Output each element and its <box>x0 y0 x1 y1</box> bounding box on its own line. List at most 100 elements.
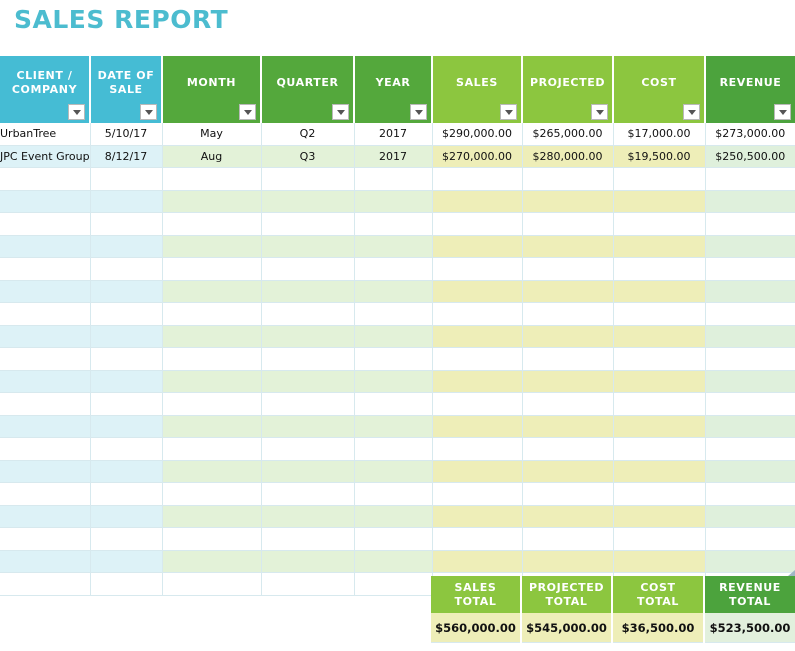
cell-projected[interactable] <box>522 190 614 213</box>
cell-cost[interactable] <box>613 212 706 236</box>
cell-client[interactable] <box>0 302 91 326</box>
cell-sales[interactable] <box>432 302 523 326</box>
cell-year[interactable] <box>354 392 433 416</box>
column-header-month[interactable]: MONTH <box>162 56 262 123</box>
cell-revenue[interactable] <box>705 280 795 303</box>
cell-month[interactable] <box>162 415 262 438</box>
cell-quarter[interactable] <box>261 190 355 213</box>
cell-year[interactable] <box>354 257 433 281</box>
cell-projected[interactable] <box>522 527 614 551</box>
cell-quarter[interactable] <box>261 325 355 348</box>
cell-revenue[interactable] <box>705 167 795 191</box>
cell-projected[interactable] <box>522 482 614 506</box>
table-row[interactable]: JPC Event Group 8/12/17 Aug Q3 2017 $270,000.… <box>0 145 795 168</box>
filter-dropdown-month[interactable] <box>239 104 256 120</box>
cell-month[interactable] <box>162 280 262 303</box>
cell-projected[interactable] <box>522 392 614 416</box>
cell-date[interactable] <box>90 370 163 393</box>
column-header-year[interactable]: YEAR <box>354 56 433 123</box>
cell-month[interactable] <box>162 325 262 348</box>
cell-date[interactable] <box>90 572 163 596</box>
cell-year[interactable] <box>354 190 433 213</box>
cell-revenue[interactable] <box>705 302 795 326</box>
table-row[interactable] <box>0 527 795 551</box>
cell-revenue[interactable] <box>705 460 795 483</box>
cell-sales[interactable] <box>432 325 523 348</box>
cell-year[interactable] <box>354 460 433 483</box>
table-row[interactable] <box>0 370 795 393</box>
table-row[interactable] <box>0 347 795 371</box>
cell-client[interactable] <box>0 257 91 281</box>
filter-dropdown-sales[interactable] <box>500 104 517 120</box>
cell-sales[interactable] <box>432 347 523 371</box>
cell-quarter[interactable] <box>261 167 355 191</box>
cell-client[interactable] <box>0 325 91 348</box>
cell-month[interactable] <box>162 572 262 596</box>
cell-year[interactable] <box>354 572 433 596</box>
cell-client[interactable] <box>0 415 91 438</box>
cell-projected[interactable] <box>522 235 614 258</box>
table-row[interactable] <box>0 257 795 281</box>
cell-sales[interactable] <box>432 527 523 551</box>
cell-year[interactable] <box>354 235 433 258</box>
cell-revenue[interactable] <box>705 325 795 348</box>
cell-quarter[interactable]: Q2 <box>261 123 355 146</box>
cell-date[interactable] <box>90 550 163 573</box>
cell-sales[interactable] <box>432 437 523 461</box>
cell-projected[interactable]: $265,000.00 <box>522 123 614 146</box>
cell-year[interactable] <box>354 550 433 573</box>
cell-cost[interactable] <box>613 370 706 393</box>
cell-client[interactable] <box>0 347 91 371</box>
cell-quarter[interactable] <box>261 212 355 236</box>
cell-sales[interactable] <box>432 235 523 258</box>
cell-month[interactable] <box>162 257 262 281</box>
cell-cost[interactable] <box>613 460 706 483</box>
cell-revenue[interactable] <box>705 527 795 551</box>
cell-revenue[interactable] <box>705 257 795 281</box>
table-row[interactable] <box>0 460 795 483</box>
table-row[interactable] <box>0 190 795 213</box>
cell-quarter[interactable] <box>261 235 355 258</box>
cell-revenue[interactable] <box>705 392 795 416</box>
cell-projected[interactable] <box>522 370 614 393</box>
cell-month[interactable] <box>162 437 262 461</box>
cell-projected[interactable] <box>522 257 614 281</box>
column-header-date-of-sale[interactable]: DATE OF SALE <box>90 56 163 123</box>
cell-quarter[interactable] <box>261 257 355 281</box>
cell-date[interactable] <box>90 235 163 258</box>
cell-sales[interactable] <box>432 482 523 506</box>
cell-date[interactable] <box>90 415 163 438</box>
cell-month[interactable] <box>162 550 262 573</box>
cell-client[interactable] <box>0 437 91 461</box>
cell-client[interactable] <box>0 482 91 506</box>
cell-client[interactable] <box>0 190 91 213</box>
column-header-sales[interactable]: SALES <box>432 56 523 123</box>
cell-year[interactable] <box>354 527 433 551</box>
cell-cost[interactable] <box>613 190 706 213</box>
filter-dropdown-date-of-sale[interactable] <box>140 104 157 120</box>
cell-cost[interactable] <box>613 437 706 461</box>
cell-client[interactable]: JPC Event Group <box>0 145 91 168</box>
cell-client[interactable] <box>0 572 91 596</box>
cell-revenue[interactable] <box>705 505 795 528</box>
cell-month[interactable] <box>162 505 262 528</box>
table-row[interactable] <box>0 280 795 303</box>
column-header-quarter[interactable]: QUARTER <box>261 56 355 123</box>
cell-month[interactable] <box>162 347 262 371</box>
cell-sales[interactable] <box>432 415 523 438</box>
cell-revenue[interactable] <box>705 437 795 461</box>
cell-date[interactable]: 5/10/17 <box>90 123 163 146</box>
cell-year[interactable]: 2017 <box>354 123 433 146</box>
cell-sales[interactable]: $290,000.00 <box>432 123 523 146</box>
filter-dropdown-cost[interactable] <box>683 104 700 120</box>
cell-year[interactable] <box>354 167 433 191</box>
cell-cost[interactable] <box>613 550 706 573</box>
cell-client[interactable] <box>0 212 91 236</box>
cell-client[interactable] <box>0 392 91 416</box>
cell-cost[interactable]: $19,500.00 <box>613 145 706 168</box>
filter-dropdown-revenue[interactable] <box>774 104 791 120</box>
cell-client[interactable]: UrbanTree <box>0 123 91 146</box>
cell-revenue[interactable]: $273,000.00 <box>705 123 795 146</box>
cell-client[interactable] <box>0 370 91 393</box>
cell-projected[interactable] <box>522 212 614 236</box>
